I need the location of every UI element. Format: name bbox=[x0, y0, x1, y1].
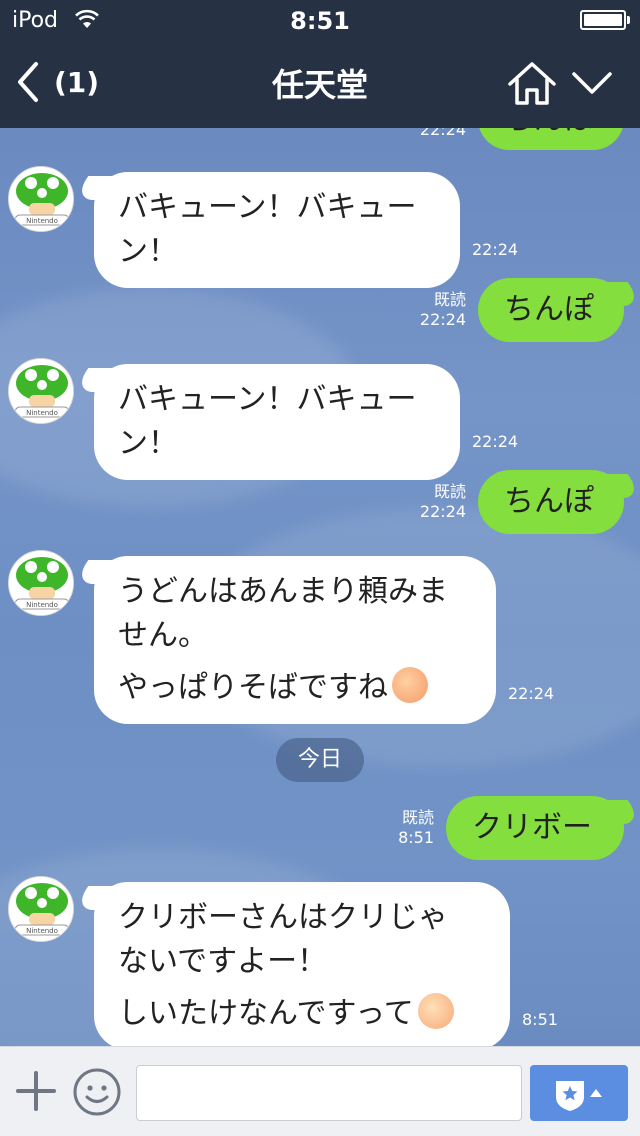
chat-area[interactable]: ちんぽ 22:24 Nintendo バキューン！バキュー ン！ 22:24 既… bbox=[0, 128, 640, 1046]
unread-count: (1) bbox=[54, 65, 100, 99]
kiss-face-icon bbox=[392, 667, 428, 703]
date-divider: 今日 bbox=[276, 738, 364, 782]
toad-avatar-icon: Nintendo bbox=[9, 359, 73, 423]
read-receipt: 既読 22:24 bbox=[419, 290, 466, 329]
toad-avatar-icon: Nintendo bbox=[9, 167, 73, 231]
nav-bar: (1) 任天堂 bbox=[0, 40, 640, 128]
grinning-face-icon bbox=[417, 993, 454, 1029]
sticker-button[interactable] bbox=[530, 1065, 628, 1121]
back-button[interactable]: (1) bbox=[14, 60, 124, 104]
incoming-bubble[interactable]: うどんはあんまり頼みま せん。 やっぱりそばですね bbox=[94, 556, 496, 724]
avatar[interactable]: Nintendo bbox=[8, 166, 74, 232]
sticker-star-icon bbox=[556, 1081, 602, 1111]
toad-avatar-icon: Nintendo bbox=[9, 551, 73, 615]
svg-text:Nintendo: Nintendo bbox=[26, 601, 58, 609]
incoming-bubble[interactable]: バキューン！バキュー ン！ bbox=[94, 364, 460, 480]
battery-icon bbox=[580, 10, 630, 30]
message-time: 22:24 bbox=[508, 684, 555, 703]
input-bar bbox=[0, 1046, 640, 1136]
clock: 8:51 bbox=[290, 7, 350, 35]
avatar[interactable]: Nintendo bbox=[8, 876, 74, 942]
top-bar: iPod 8:51 (1) 任天堂 bbox=[0, 0, 640, 128]
toad-avatar-icon: Nintendo bbox=[9, 877, 73, 941]
avatar[interactable]: Nintendo bbox=[8, 550, 74, 616]
chevron-down-icon[interactable] bbox=[570, 66, 614, 100]
svg-text:Nintendo: Nintendo bbox=[26, 409, 58, 417]
emoji-icon[interactable] bbox=[72, 1067, 122, 1117]
avatar[interactable]: Nintendo bbox=[8, 358, 74, 424]
svg-text:Nintendo: Nintendo bbox=[26, 217, 58, 225]
chevron-left-icon bbox=[18, 62, 38, 102]
incoming-bubble[interactable]: クリボーさんはクリじゃ ないですよー！ しいたけなんですって bbox=[94, 882, 510, 1046]
svg-text:Nintendo: Nintendo bbox=[26, 927, 58, 935]
home-icon[interactable] bbox=[506, 60, 558, 106]
message-time: 8:51 bbox=[522, 1010, 558, 1029]
message-input[interactable] bbox=[136, 1065, 522, 1121]
outgoing-bubble[interactable]: ちんぽ bbox=[478, 278, 624, 342]
message-time: 22:24 bbox=[472, 432, 519, 451]
read-receipt: 既読 22:24 bbox=[419, 482, 466, 521]
plus-icon[interactable] bbox=[14, 1069, 58, 1113]
status-bar: iPod 8:51 bbox=[0, 0, 640, 40]
message-time: 22:24 bbox=[419, 128, 466, 139]
incoming-bubble[interactable]: バキューン！バキュー ン！ bbox=[94, 172, 460, 288]
message-time: 22:24 bbox=[472, 240, 519, 259]
outgoing-bubble[interactable]: ちんぽ bbox=[478, 470, 624, 534]
outgoing-bubble[interactable]: ちんぽ bbox=[478, 128, 624, 150]
read-receipt: 既読 8:51 bbox=[398, 808, 434, 847]
outgoing-bubble[interactable]: クリボー bbox=[446, 796, 624, 860]
chat-title: 任天堂 bbox=[271, 66, 368, 104]
